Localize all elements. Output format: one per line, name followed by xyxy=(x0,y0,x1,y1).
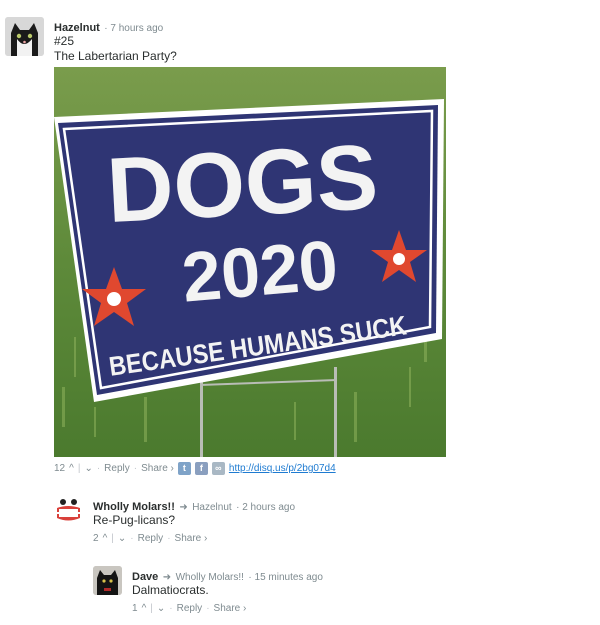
downvote-icon[interactable]: ⌄ xyxy=(84,463,92,474)
reply-button[interactable]: Reply xyxy=(138,533,164,544)
comment-time[interactable]: 2 hours ago xyxy=(242,502,295,513)
dot-separator: · xyxy=(130,533,134,544)
comment-body: Dalmatiocrats. xyxy=(132,583,209,597)
share-button[interactable]: Share › xyxy=(175,533,208,544)
upvote-icon[interactable]: ^ xyxy=(142,603,147,614)
facebook-icon[interactable]: f xyxy=(194,462,208,475)
downvote-icon[interactable]: ⌄ xyxy=(118,533,126,544)
sign-line-1: DOGS xyxy=(104,126,380,242)
dot-separator: · xyxy=(167,533,171,544)
avatar[interactable] xyxy=(54,496,83,525)
share-button[interactable]: Share › xyxy=(214,603,247,614)
comment-author[interactable]: Wholly Molars!! xyxy=(93,501,175,513)
black-cat-avatar-icon xyxy=(93,566,122,595)
chattering-teeth-avatar-icon xyxy=(54,496,83,525)
avatar[interactable] xyxy=(93,566,122,595)
dot-separator: · xyxy=(133,463,138,474)
comment-author[interactable]: Dave xyxy=(132,571,158,583)
twitter-icon[interactable]: t xyxy=(177,462,191,475)
upvote-icon[interactable]: ^ xyxy=(69,463,74,474)
share-button[interactable]: Share › xyxy=(141,463,174,474)
comment-author[interactable]: Hazelnut xyxy=(54,22,100,34)
comment-time[interactable]: 7 hours ago xyxy=(110,23,163,34)
reply-button[interactable]: Reply xyxy=(177,603,203,614)
reply-to-author[interactable]: Wholly Molars!! xyxy=(176,572,244,583)
comment-footer: 2 ^ | ⌄ · Reply · Share › xyxy=(93,533,207,544)
vote-count: 1 xyxy=(132,603,138,614)
vote-count: 2 xyxy=(93,533,99,544)
comment-body: Re-Pug-licans? xyxy=(93,513,176,527)
dot-separator: · xyxy=(96,463,101,474)
divider: | xyxy=(150,603,153,614)
vote-count: 12 xyxy=(54,463,66,474)
dogs-2020-sign-image: DOGS 2020 BECAUSE HUMANS SUCK xyxy=(54,67,446,457)
comment-time[interactable]: 15 minutes ago xyxy=(255,572,323,583)
comment-image[interactable]: DOGS 2020 BECAUSE HUMANS SUCK xyxy=(54,67,446,457)
comment-body: #25 The Labertarian Party? xyxy=(54,34,177,64)
upvote-icon[interactable]: ^ xyxy=(103,533,108,544)
comment-footer: 12 ^ | ⌄ · Reply · Share › t f ∞ http://… xyxy=(54,462,336,475)
dot-separator: · xyxy=(169,603,173,614)
downvote-icon[interactable]: ⌄ xyxy=(157,603,165,614)
avatar[interactable] xyxy=(5,17,44,56)
reply-arrow-icon: ➜ xyxy=(162,572,172,583)
sign-line-2: 2020 xyxy=(179,225,341,316)
reply-arrow-icon: ➜ xyxy=(179,502,188,513)
comment-line: #25 xyxy=(54,34,75,48)
permalink[interactable]: http://disq.us/p/2bg07d4 xyxy=(229,463,336,474)
comment-footer: 1 ^ | ⌄ · Reply · Share › xyxy=(132,603,246,614)
divider: | xyxy=(77,463,81,474)
comment-line: The Labertarian Party? xyxy=(54,49,177,63)
cat-avatar-icon xyxy=(5,17,44,56)
divider: | xyxy=(111,533,114,544)
link-icon[interactable]: ∞ xyxy=(211,462,225,475)
dot-separator: · xyxy=(206,603,210,614)
reply-to-author[interactable]: Hazelnut xyxy=(192,502,231,513)
reply-button[interactable]: Reply xyxy=(104,463,130,474)
